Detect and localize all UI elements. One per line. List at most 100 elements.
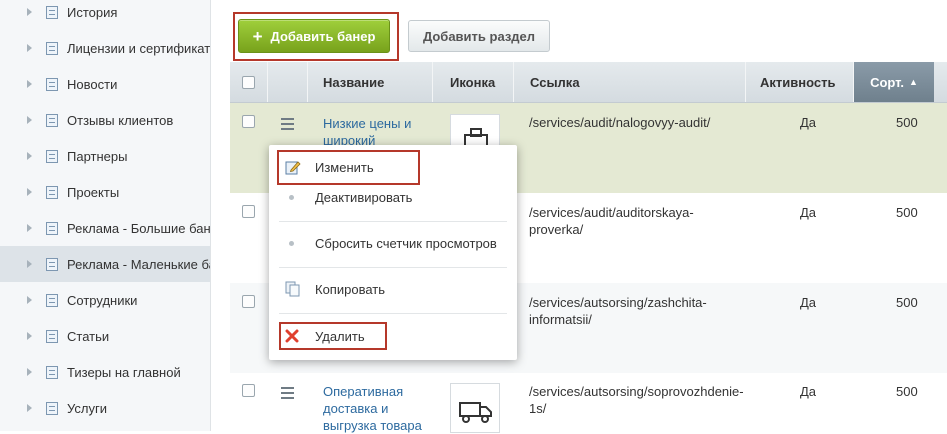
select-all-cell [230, 62, 268, 102]
section-icon [46, 185, 58, 199]
row-checkbox[interactable] [242, 384, 255, 397]
section-icon [46, 329, 58, 343]
sidebar-item-label: Новости [67, 76, 118, 92]
sidebar-item-partners[interactable]: Партнеры [0, 138, 210, 174]
sidebar-item-label: История [67, 4, 118, 20]
expand-arrow-icon[interactable] [27, 152, 32, 160]
add-section-label: Добавить раздел [422, 28, 536, 44]
sidebar-item-articles[interactable]: Статьи [0, 318, 210, 354]
sidebar-item-label: Тизеры на главной [67, 364, 181, 380]
section-icon [46, 113, 58, 127]
expand-arrow-icon[interactable] [27, 224, 32, 232]
section-icon [46, 365, 58, 379]
section-icon [46, 401, 58, 415]
table-header: Название Иконка Ссылка Активность Сорт. ▲ [230, 62, 947, 103]
expand-arrow-icon[interactable] [27, 332, 32, 340]
sidebar-item-big-banners[interactable]: Реклама - Большие баннеры [0, 210, 210, 246]
menu-item-label: Сбросить счетчик просмотров [315, 235, 497, 251]
row-sort: 500 [896, 384, 918, 399]
section-icon [46, 293, 58, 307]
menu-item-copy[interactable]: Копировать [269, 274, 517, 304]
sidebar-item-label: Статьи [67, 328, 110, 344]
column-header-link[interactable]: Ссылка [514, 62, 746, 102]
column-header-icon[interactable]: Иконка [433, 62, 514, 102]
dot-icon [289, 194, 294, 200]
truck-icon [450, 383, 500, 433]
row-menu-icon[interactable] [281, 118, 294, 133]
row-link: /services/autsorsing/zashchita-informats… [529, 295, 707, 327]
row-sort: 500 [896, 205, 918, 220]
sidebar-item-label: Реклама - Маленькие баннеры [67, 256, 210, 272]
table-row[interactable]: Оперативная доставка и выгрузка товара /… [230, 373, 947, 434]
plus-icon: + [252, 26, 263, 46]
row-link: /services/autsorsing/soprovozhdenie-1s/ [529, 384, 744, 416]
sidebar-item-reviews[interactable]: Отзывы клиентов [0, 102, 210, 138]
row-active: Да [800, 115, 817, 130]
add-banner-button[interactable]: + Добавить банер [238, 19, 390, 53]
section-icon [46, 41, 58, 55]
sidebar-item-label: Проекты [67, 184, 120, 200]
column-header-sort-label: Сорт. [870, 74, 904, 90]
sidebar-item-label: Отзывы клиентов [67, 112, 174, 128]
expand-arrow-icon[interactable] [27, 404, 32, 412]
sidebar: История Лицензии и сертификаты Новости О… [0, 0, 211, 431]
column-header-link-label: Ссылка [530, 74, 580, 90]
row-checkbox[interactable] [242, 115, 255, 128]
section-icon [46, 257, 58, 271]
expand-arrow-icon[interactable] [27, 80, 32, 88]
menu-separator [279, 221, 507, 222]
column-header-sort[interactable]: Сорт. ▲ [854, 62, 934, 102]
sidebar-item-teasers[interactable]: Тизеры на главной [0, 354, 210, 390]
column-header-active[interactable]: Активность [746, 62, 854, 102]
row-link: /services/audit/nalogovyy-audit/ [529, 115, 711, 130]
sidebar-item-history[interactable]: История [0, 0, 210, 30]
menu-separator [279, 313, 507, 314]
row-checkbox[interactable] [242, 205, 255, 218]
sidebar-item-services[interactable]: Услуги [0, 390, 210, 426]
row-active: Да [800, 384, 817, 399]
row-checkbox[interactable] [242, 295, 255, 308]
add-banner-label: Добавить банер [270, 28, 376, 44]
delete-highlight [279, 322, 387, 350]
sidebar-item-news[interactable]: Новости [0, 66, 210, 102]
sidebar-item-label: Услуги [67, 400, 107, 416]
select-all-checkbox[interactable] [242, 75, 255, 89]
column-header-icon-label: Иконка [450, 74, 496, 90]
row-active: Да [800, 205, 817, 220]
row-link: /services/audit/auditorskaya-proverka/ [529, 205, 694, 237]
sidebar-item-licenses[interactable]: Лицензии и сертификаты [0, 30, 210, 66]
row-sort: 500 [896, 115, 918, 130]
sidebar-item-staff[interactable]: Сотрудники [0, 282, 210, 318]
row-menu-icon[interactable] [281, 387, 294, 402]
section-icon [46, 5, 58, 19]
add-section-button[interactable]: Добавить раздел [408, 20, 550, 52]
sidebar-item-label: Сотрудники [67, 292, 138, 308]
menu-separator [279, 267, 507, 268]
sidebar-item-projects[interactable]: Проекты [0, 174, 210, 210]
sort-ascending-icon: ▲ [909, 77, 918, 87]
expand-arrow-icon[interactable] [27, 44, 32, 52]
sidebar-item-label: Партнеры [67, 148, 128, 164]
row-name-link[interactable]: Оперативная доставка и выгрузка товара [323, 383, 433, 434]
copy-icon [285, 281, 300, 297]
edit-highlight [277, 150, 420, 185]
row-sort: 500 [896, 295, 918, 310]
row-name-link[interactable]: Низкие цены и широкий [323, 115, 423, 149]
expand-arrow-icon[interactable] [27, 188, 32, 196]
section-icon [46, 77, 58, 91]
menu-item-deactivate[interactable]: Деактивировать [269, 182, 517, 212]
column-header-name-label: Название [323, 74, 385, 90]
menu-item-label: Копировать [315, 281, 385, 297]
sidebar-item-small-banners[interactable]: Реклама - Маленькие баннеры [0, 246, 210, 282]
column-header-name[interactable]: Название [308, 62, 433, 102]
expand-arrow-icon[interactable] [27, 260, 32, 268]
expand-arrow-icon[interactable] [27, 296, 32, 304]
expand-arrow-icon[interactable] [27, 116, 32, 124]
expand-arrow-icon[interactable] [27, 368, 32, 376]
menu-item-reset-counter[interactable]: Сбросить счетчик просмотров [269, 228, 517, 258]
dot-icon [289, 240, 294, 246]
section-icon [46, 149, 58, 163]
actions-header [268, 62, 308, 102]
menu-item-label: Деактивировать [315, 189, 413, 205]
expand-arrow-icon[interactable] [27, 8, 32, 16]
